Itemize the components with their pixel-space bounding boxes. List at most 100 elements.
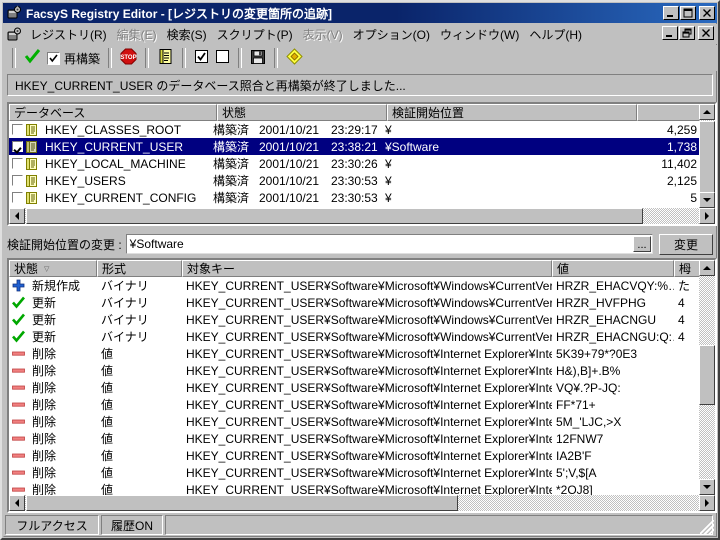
change-row[interactable]: 削除 値 HKEY_CURRENT_USER¥Software¥Microsoft¥… (9, 464, 715, 481)
database-row-checkbox[interactable] (12, 192, 23, 203)
change-cell-value: VQ¥.?P-JQ: (556, 380, 621, 395)
database-list: データベース 状態 検証開始位置 HKEY_CLASSES_ROOT 構築済 200… (7, 102, 717, 226)
database-cell-date: 2001/10/21 (259, 173, 320, 188)
change-cell-state: 削除 (32, 398, 57, 412)
minus-delete-icon (12, 415, 25, 428)
change-cell-state: 削除 (32, 432, 57, 446)
column-header-database[interactable]: データベース (9, 104, 217, 121)
database-row-checkbox[interactable] (12, 175, 23, 186)
menu-window[interactable]: ウィンドウ(W) (435, 24, 524, 45)
menu-help[interactable]: ヘルプ(H) (524, 24, 587, 45)
change-cell-key: HKEY_CURRENT_USER¥Software¥Microsoft¥Int… (186, 465, 552, 480)
check-all-button[interactable] (191, 47, 212, 69)
rebuild-checkbox[interactable]: 再構築 (44, 47, 103, 69)
mdi-restore-button[interactable] (679, 26, 695, 40)
database-row[interactable]: HKEY_LOCAL_MACHINE 構築済 2001/10/21 23:30:26 ¥… (9, 155, 715, 172)
database-vscroll-thumb[interactable] (699, 121, 715, 199)
database-row[interactable]: HKEY_CURRENT_USER 構築済 2001/10/21 23:38:21 ¥S… (9, 138, 715, 155)
menu-view[interactable]: 表示(V) (298, 24, 348, 45)
menu-script[interactable]: スクリプト(P) (212, 24, 298, 45)
database-row-checkbox[interactable] (12, 158, 23, 169)
change-cell-state: 削除 (32, 449, 57, 463)
change-hscroll-thumb[interactable] (26, 495, 458, 511)
resize-grip-icon[interactable] (700, 520, 714, 534)
toolbar-separator-4 (182, 48, 187, 68)
change-cell-value: HRZR_HVFPHG (556, 295, 647, 310)
column-header-target-key[interactable]: 対象キー (182, 260, 552, 277)
column-header-count[interactable] (637, 104, 707, 121)
database-hscroll-thumb[interactable] (26, 208, 643, 224)
path-input[interactable]: ¥Software ... (125, 234, 653, 254)
change-vscroll-thumb[interactable] (699, 345, 715, 405)
change-cell-state: 更新 (32, 330, 57, 344)
database-cell-count: 1,738 (666, 139, 697, 154)
change-row[interactable]: 削除 値 HKEY_CURRENT_USER¥Software¥Microsoft¥… (9, 413, 715, 430)
application-window: FacsyS Registry Editor - [レジストリの変更箇所の追跡]… (0, 0, 720, 540)
change-row[interactable]: 削除 値 HKEY_CURRENT_USER¥Software¥Microsoft¥… (9, 430, 715, 447)
column-header-value[interactable]: 値 (552, 260, 674, 277)
column-header-state[interactable]: 状態 (217, 104, 387, 121)
database-scroll-right-button[interactable] (699, 208, 715, 224)
database-scroll-up-button[interactable] (699, 104, 715, 120)
change-list-hscrollbar[interactable] (9, 495, 715, 511)
database-row[interactable]: HKEY_USERS 構築済 2001/10/21 23:30:53 ¥2,125 (9, 172, 715, 189)
menu-edit[interactable]: 編集(E) (112, 24, 162, 45)
database-scroll-down-button[interactable] (699, 192, 715, 208)
mdi-close-button[interactable] (698, 26, 714, 40)
change-row[interactable]: 更新 バイナリ HKEY_CURRENT_USER¥Software¥Microso… (9, 328, 715, 345)
diamond-marker-button[interactable] (283, 47, 306, 69)
run-verify-button[interactable] (21, 47, 44, 69)
save-button[interactable] (247, 47, 269, 69)
change-list-header: 状態 ▽ 形式 対象キー 値 栂 (9, 260, 715, 277)
database-row-checkbox[interactable] (12, 141, 23, 152)
menu-search[interactable]: 検索(S) (162, 24, 212, 45)
database-icon (26, 123, 37, 136)
database-cell-date: 2001/10/21 (259, 122, 320, 137)
change-row[interactable]: 削除 値 HKEY_CURRENT_USER¥Software¥Microsoft¥… (9, 447, 715, 464)
window-controls (662, 6, 715, 20)
change-row[interactable]: 新規作成 バイナリ HKEY_CURRENT_USER¥Software¥Micro… (9, 277, 715, 294)
database-cell-name: HKEY_USERS (45, 173, 126, 188)
minimize-button[interactable] (663, 6, 679, 20)
database-row[interactable]: HKEY_CLASSES_ROOT 構築済 2001/10/21 23:29:17 ¥4… (9, 121, 715, 138)
database-list-header: データベース 状態 検証開始位置 (9, 104, 715, 121)
change-row[interactable]: 削除 値 HKEY_CURRENT_USER¥Software¥Microsoft¥… (9, 345, 715, 362)
change-row[interactable]: 削除 値 HKEY_CURRENT_USER¥Software¥Microsoft¥… (9, 396, 715, 413)
menu-registry[interactable]: レジストリ(R) (25, 24, 112, 45)
change-cell-type: 値 (101, 466, 114, 480)
change-list-vscrollbar[interactable] (699, 260, 715, 495)
database-row-checkbox[interactable] (12, 124, 23, 135)
change-scroll-up-button[interactable] (699, 260, 715, 276)
change-row[interactable]: 更新 バイナリ HKEY_CURRENT_USER¥Software¥Microso… (9, 294, 715, 311)
change-button[interactable]: 変更 (659, 233, 713, 255)
database-row[interactable]: HKEY_CURRENT_CONFIG 構築済 2001/10/21 23:30:53… (9, 189, 715, 206)
column-header-verify-path[interactable]: 検証開始位置 (387, 104, 637, 121)
database-scroll-left-button[interactable] (9, 208, 25, 224)
database-list-hscrollbar[interactable] (9, 208, 715, 224)
change-row[interactable]: 削除 値 HKEY_CURRENT_USER¥Software¥Microsoft¥… (9, 379, 715, 396)
change-row[interactable]: 削除 値 HKEY_CURRENT_USER¥Software¥Microsoft¥… (9, 362, 715, 379)
change-row[interactable]: 更新 バイナリ HKEY_CURRENT_USER¥Software¥Microso… (9, 311, 715, 328)
browse-button[interactable]: ... (633, 236, 651, 252)
maximize-button[interactable] (680, 6, 696, 20)
change-cell-type: 値 (101, 415, 114, 429)
change-scroll-down-button[interactable] (699, 479, 715, 495)
change-scroll-right-button[interactable] (699, 495, 715, 511)
stop-button[interactable]: STOP (117, 47, 140, 69)
close-button[interactable] (699, 6, 715, 20)
mdi-child-icon[interactable] (6, 26, 22, 42)
menu-options[interactable]: オプション(O) (348, 24, 435, 45)
mdi-minimize-button[interactable] (662, 26, 678, 40)
checkbox-empty-icon (215, 49, 230, 67)
database-list-vscrollbar[interactable] (699, 104, 715, 208)
svg-text:STOP: STOP (120, 55, 136, 61)
change-list: 状態 ▽ 形式 対象キー 値 栂 新規作成 バイナリ HKEY_CURRENT_US… (7, 258, 717, 513)
title-bar: FacsyS Registry Editor - [レジストリの変更箇所の追跡] (3, 3, 717, 23)
column-header-format[interactable]: 形式 (97, 260, 182, 277)
script-button[interactable] (154, 47, 177, 69)
column-header-change-state[interactable]: 状態 ▽ (9, 260, 97, 277)
change-list-body: 新規作成 バイナリ HKEY_CURRENT_USER¥Software¥Micro… (9, 277, 715, 498)
column-header-change-state-label: 状態 (14, 262, 39, 276)
change-scroll-left-button[interactable] (9, 495, 25, 511)
uncheck-all-button[interactable] (212, 47, 233, 69)
